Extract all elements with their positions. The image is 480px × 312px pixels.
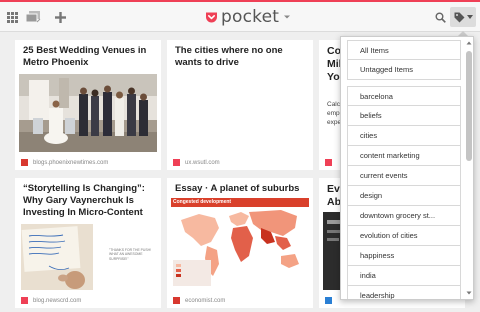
scrollbar-thumb[interactable] [466,51,472,161]
card-source [325,159,337,166]
pocket-logo[interactable]: pocket [205,7,291,27]
site-favicon-icon [173,297,180,304]
card-source-text: economist.com [185,297,226,304]
card-source: blogs.phoenixnewtimes.com [21,159,108,166]
site-favicon-icon [325,159,332,166]
tag-item[interactable]: happiness [347,246,461,266]
menu-item-untagged-items[interactable]: Untagged Items [347,60,461,80]
site-favicon-icon [173,159,180,166]
article-card[interactable]: The cities where no one wants to drive u… [167,40,313,170]
tag-item[interactable]: beliefs [347,106,461,126]
top-toolbar: pocket [0,2,480,32]
card-source: blog.newscrd.com [21,297,81,304]
card-source: ux.wsutl.com [173,159,220,166]
logo-text: pocket [221,7,280,27]
card-title[interactable]: “Storytelling Is Changing”: Why Gary Vay… [23,183,157,219]
card-image[interactable]: Congested development [171,198,309,290]
tags-button[interactable] [450,7,476,27]
card-source-text: blog.newscrd.com [33,297,82,304]
card-title[interactable]: The cities where no one wants to drive [175,45,309,69]
site-favicon-icon [21,159,28,166]
tag-item[interactable]: cities [347,126,461,146]
add-icon[interactable] [53,8,67,26]
card-image[interactable] [19,74,157,152]
card-source [325,297,337,304]
tag-item[interactable]: design [347,186,461,206]
tag-list: All Items Untagged Items barcelona belie… [347,40,461,299]
tag-icon [454,12,464,22]
site-favicon-icon [21,297,28,304]
chevron-down-icon [466,15,473,19]
card-image-caption: "THANKS FOR THE PUSH! WHAT AN AWESOME SU… [109,248,152,261]
card-title[interactable]: Essay · A planet of suburbs [175,183,309,195]
tag-item[interactable]: leadership [347,286,461,299]
tag-item[interactable]: evolution of cities [347,226,461,246]
card-source-text: blogs.phoenixnewtimes.com [33,159,109,166]
article-card[interactable]: Essay · A planet of suburbs Congested de… [167,178,313,308]
menu-item-all-items[interactable]: All Items [347,40,461,60]
tag-dropdown-menu: All Items Untagged Items barcelona belie… [340,36,474,300]
scroll-up-icon[interactable] [465,39,473,47]
tag-item[interactable]: barcelona [347,86,461,106]
pocket-logo-icon [206,12,217,22]
grid-view-icon[interactable] [5,8,19,26]
chevron-down-icon[interactable] [283,14,291,20]
card-image-caption: Congested development [173,199,232,205]
tag-item[interactable]: content marketing [347,146,461,166]
card-image[interactable]: "THANKS FOR THE PUSH! WHAT AN AWESOME SU… [19,224,157,290]
scroll-down-icon[interactable] [465,289,473,297]
search-icon[interactable] [433,8,447,26]
dropdown-scrollbar[interactable] [465,39,473,297]
tag-item[interactable]: india [347,266,461,286]
article-card[interactable]: “Storytelling Is Changing”: Why Gary Vay… [15,178,161,308]
tag-item[interactable]: current events [347,166,461,186]
list-view-icon[interactable] [24,8,42,26]
site-favicon-icon [325,297,332,304]
card-title[interactable]: 25 Best Wedding Venues in Metro Phoenix [23,45,157,69]
card-source: economist.com [173,297,225,304]
article-card[interactable]: 25 Best Wedding Venues in Metro Phoenix [15,40,161,170]
card-source-text: ux.wsutl.com [185,159,220,166]
tag-item[interactable]: downtown grocery st... [347,206,461,226]
